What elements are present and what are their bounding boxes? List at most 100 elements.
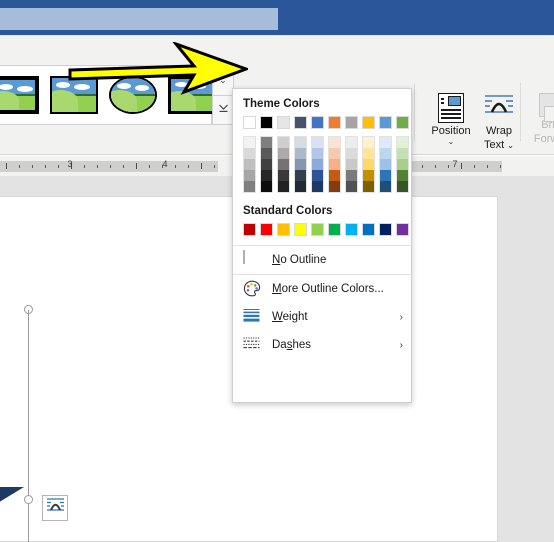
wrap-text-svg — [485, 95, 513, 113]
standard-color-swatch-4[interactable] — [311, 223, 324, 236]
theme-color-variant-5-4[interactable] — [329, 181, 340, 192]
theme-color-swatch-9[interactable] — [396, 116, 409, 129]
wrap-text-button[interactable]: Wrap Text ⌄ — [472, 93, 526, 152]
theme-color-swatch-2[interactable] — [277, 116, 290, 129]
standard-color-swatch-2[interactable] — [277, 223, 290, 236]
theme-color-variant-3-3[interactable] — [295, 170, 306, 181]
theme-color-variant-5-0[interactable] — [329, 137, 340, 148]
theme-color-variant-9-4[interactable] — [397, 181, 408, 192]
theme-color-variant-8-0[interactable] — [380, 137, 391, 148]
gallery-scroll-more-button[interactable] — [212, 95, 234, 125]
theme-color-variant-6-2[interactable] — [346, 159, 357, 170]
theme-color-variant-column-7[interactable] — [362, 136, 375, 193]
standard-color-swatch-0[interactable] — [243, 223, 256, 236]
theme-color-variant-1-0[interactable] — [261, 137, 272, 148]
theme-color-variant-6-3[interactable] — [346, 170, 357, 181]
standard-color-swatch-9[interactable] — [396, 223, 409, 236]
standard-color-swatch-8[interactable] — [379, 223, 392, 236]
theme-color-variant-7-2[interactable] — [363, 159, 374, 170]
theme-color-variant-column-8[interactable] — [379, 136, 392, 193]
picture-style-thick-border[interactable] — [0, 76, 39, 114]
resize-handle-bottom[interactable] — [24, 495, 33, 504]
menu-item-dashes[interactable]: Dashes › — [233, 331, 411, 359]
theme-color-variant-0-2[interactable] — [244, 159, 255, 170]
standard-color-swatch-6[interactable] — [345, 223, 358, 236]
theme-color-variant-7-1[interactable] — [363, 148, 374, 159]
theme-color-swatch-0[interactable] — [243, 116, 256, 129]
theme-color-variant-9-3[interactable] — [397, 170, 408, 181]
theme-color-variant-2-0[interactable] — [278, 137, 289, 148]
theme-color-variant-5-2[interactable] — [329, 159, 340, 170]
standard-color-swatch-7[interactable] — [362, 223, 375, 236]
theme-color-variant-7-0[interactable] — [363, 137, 374, 148]
theme-color-variant-column-0[interactable] — [243, 136, 256, 193]
theme-colors-row[interactable] — [243, 116, 409, 129]
menu-item-no-outline[interactable]: No Outline — [233, 246, 411, 274]
theme-color-variant-1-1[interactable] — [261, 148, 272, 159]
theme-color-variant-4-4[interactable] — [312, 181, 323, 192]
theme-color-variant-3-4[interactable] — [295, 181, 306, 192]
menu-item-more-outline-colors[interactable]: More Outline Colors... — [233, 275, 411, 303]
theme-color-variant-6-1[interactable] — [346, 148, 357, 159]
theme-color-variant-column-5[interactable] — [328, 136, 341, 193]
theme-color-swatch-4[interactable] — [311, 116, 324, 129]
theme-color-swatch-5[interactable] — [328, 116, 341, 129]
theme-color-variant-1-4[interactable] — [261, 181, 272, 192]
theme-color-variant-3-2[interactable] — [295, 159, 306, 170]
standard-color-swatch-1[interactable] — [260, 223, 273, 236]
theme-color-variant-2-1[interactable] — [278, 148, 289, 159]
theme-color-variant-0-3[interactable] — [244, 170, 255, 181]
theme-color-variant-1-2[interactable] — [261, 159, 272, 170]
theme-color-variant-8-3[interactable] — [380, 170, 391, 181]
theme-color-variant-6-0[interactable] — [346, 137, 357, 148]
theme-color-variant-8-4[interactable] — [380, 181, 391, 192]
menu-item-weight[interactable]: Weight › — [233, 303, 411, 331]
theme-color-variant-3-1[interactable] — [295, 148, 306, 159]
theme-color-variant-6-4[interactable] — [346, 181, 357, 192]
theme-color-variant-4-3[interactable] — [312, 170, 323, 181]
theme-color-variant-column-9[interactable] — [396, 136, 409, 193]
theme-color-variant-8-2[interactable] — [380, 159, 391, 170]
theme-color-variant-4-1[interactable] — [312, 148, 323, 159]
theme-color-variant-column-6[interactable] — [345, 136, 358, 193]
standard-colors-row[interactable] — [243, 223, 409, 236]
active-ribbon-tab[interactable] — [0, 8, 278, 30]
theme-color-variant-5-3[interactable] — [329, 170, 340, 181]
theme-color-variant-0-4[interactable] — [244, 181, 255, 192]
theme-color-swatch-3[interactable] — [294, 116, 307, 129]
position-button[interactable]: Position ⌄ — [424, 93, 478, 146]
theme-color-variant-5-1[interactable] — [329, 148, 340, 159]
layout-options-button[interactable] — [42, 495, 68, 521]
picture-border-dropdown-menu[interactable]: Theme Colors Standard Colors No Outline — [232, 88, 412, 403]
theme-color-variant-9-0[interactable] — [397, 137, 408, 148]
theme-color-variant-7-4[interactable] — [363, 181, 374, 192]
theme-color-variant-9-1[interactable] — [397, 148, 408, 159]
theme-color-variant-column-1[interactable] — [260, 136, 273, 193]
theme-color-variants[interactable] — [243, 136, 409, 193]
theme-color-variant-9-2[interactable] — [397, 159, 408, 170]
theme-color-swatch-1[interactable] — [260, 116, 273, 129]
theme-color-variant-2-2[interactable] — [278, 159, 289, 170]
theme-color-variant-8-1[interactable] — [380, 148, 391, 159]
theme-color-variant-column-3[interactable] — [294, 136, 307, 193]
theme-color-variant-0-1[interactable] — [244, 148, 255, 159]
theme-color-variant-1-3[interactable] — [261, 170, 272, 181]
theme-colors-grid[interactable] — [233, 116, 411, 193]
selected-shape[interactable] — [0, 487, 24, 515]
theme-color-swatch-8[interactable] — [379, 116, 392, 129]
theme-color-variant-4-0[interactable] — [312, 137, 323, 148]
theme-color-variant-0-0[interactable] — [244, 137, 255, 148]
standard-colors-grid[interactable] — [233, 223, 411, 236]
theme-color-variant-column-4[interactable] — [311, 136, 324, 193]
theme-color-variant-7-3[interactable] — [363, 170, 374, 181]
theme-color-variant-2-4[interactable] — [278, 181, 289, 192]
theme-color-variant-3-0[interactable] — [295, 137, 306, 148]
theme-color-swatch-6[interactable] — [345, 116, 358, 129]
standard-color-swatch-3[interactable] — [294, 223, 307, 236]
ruler-tick — [136, 163, 137, 169]
theme-color-variant-column-2[interactable] — [277, 136, 290, 193]
theme-color-swatch-7[interactable] — [362, 116, 375, 129]
theme-color-variant-4-2[interactable] — [312, 159, 323, 170]
theme-color-variant-2-3[interactable] — [278, 170, 289, 181]
standard-color-swatch-5[interactable] — [328, 223, 341, 236]
